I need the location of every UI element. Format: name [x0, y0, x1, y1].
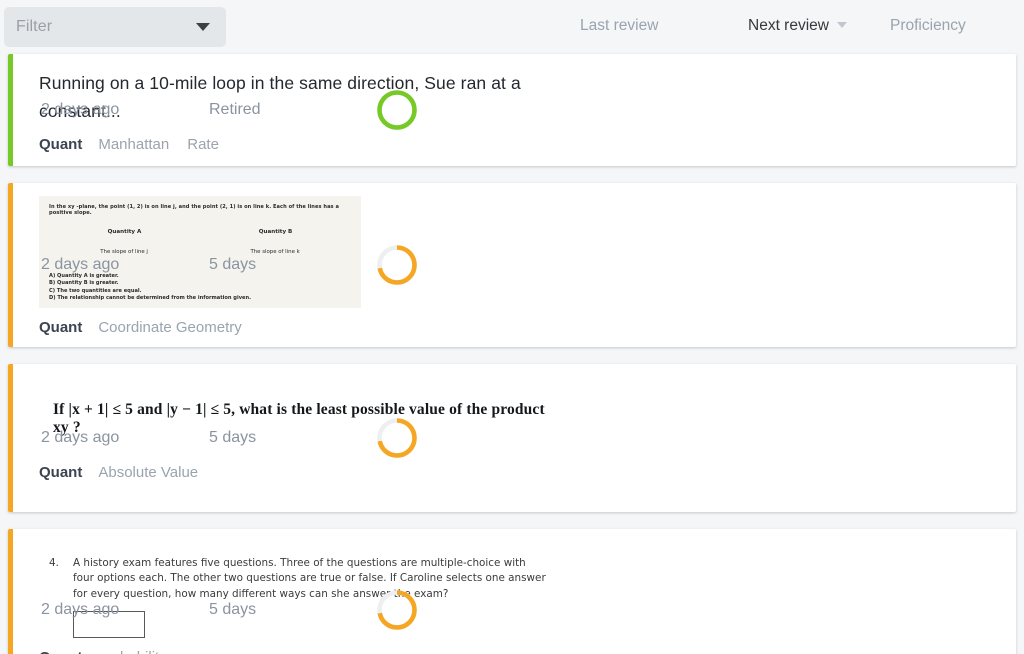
proficiency-ring-icon [377, 418, 417, 458]
question-block: 4. A history exam features five question… [39, 556, 547, 603]
card-tags: Quant Manhattan Rate [39, 135, 547, 155]
proficiency-ring-icon [377, 90, 417, 130]
tag-topic[interactable]: Rate [187, 136, 219, 153]
chevron-down-icon[interactable] [196, 23, 210, 31]
answer-choices: A) Quantity A is greater. B) Quantity B … [49, 273, 351, 303]
proficiency-ring[interactable] [375, 88, 419, 132]
question-number: 4. [49, 556, 59, 569]
question-card[interactable]: 4. A history exam features five question… [8, 529, 1016, 654]
tag-topic[interactable]: Coordinate Geometry [98, 319, 241, 336]
next-review-value: 5 days [209, 429, 257, 446]
last-review-value: 2 days ago [41, 101, 120, 118]
quantity-b-value: The slope of line k [250, 248, 300, 255]
question-card[interactable]: Running on a 10-mile loop in the same di… [8, 54, 1016, 166]
last-review-value: 2 days ago [41, 256, 120, 273]
card-content: 4. A history exam features five question… [13, 540, 561, 654]
filter-placeholder-label: Filter [16, 18, 53, 35]
next-review-value: 5 days [209, 601, 257, 618]
proficiency-ring-icon [377, 590, 417, 630]
question-image: In the xy -plane, the point (1, 2) is on… [39, 195, 361, 309]
tag-subject[interactable]: Quant [39, 649, 82, 654]
column-header-proficiency[interactable]: Proficiency [890, 17, 966, 35]
proficiency-ring[interactable] [375, 588, 419, 632]
tag-subject[interactable]: Quant [39, 464, 82, 481]
answer-choice: C) The two quantities are equal. [49, 287, 142, 294]
next-review-value: 5 days [209, 256, 257, 273]
card-tags: Quant probability [39, 648, 547, 654]
card-body: Running on a 10-mile loop in the same di… [13, 54, 1016, 166]
column-header-last-review[interactable]: Last review [580, 17, 658, 35]
quantity-headers: Quantity A Quantity B [49, 229, 351, 235]
quantity-b-header: Quantity B [258, 228, 293, 235]
proficiency-ring-icon [377, 245, 417, 285]
quantity-a-value: The slope of line j [100, 248, 148, 255]
card-body: 4. A history exam features five question… [13, 529, 1016, 654]
question-card-list: Running on a 10-mile loop in the same di… [0, 54, 1024, 654]
sort-chevron-down-icon[interactable] [836, 22, 847, 28]
last-review-value: 2 days ago [41, 601, 120, 618]
last-review-value: 2 days ago [41, 429, 120, 446]
tag-subject[interactable]: Quant [39, 136, 82, 153]
proficiency-ring[interactable] [375, 243, 419, 287]
card-body: In the xy -plane, the point (1, 2) is on… [13, 183, 1016, 347]
answer-choice: D) The relationship cannot be determined… [49, 294, 252, 301]
answer-choice: B) Quantity B is greater. [49, 280, 119, 287]
list-toolbar: Filter Last review Next review Proficien… [0, 0, 1024, 54]
question-image-stem: In the xy -plane, the point (1, 2) is on… [49, 203, 339, 216]
quantity-a-header: Quantity A [107, 228, 142, 235]
tag-subject[interactable]: Quant [39, 319, 82, 336]
question-text: A history exam features five questions. … [73, 556, 546, 600]
column-header-next-review-label: Next review [748, 17, 829, 34]
question-card[interactable]: In the xy -plane, the point (1, 2) is on… [8, 183, 1016, 347]
column-header-next-review[interactable]: Next review [748, 17, 847, 35]
proficiency-ring[interactable] [375, 416, 419, 460]
card-tags: Quant Coordinate Geometry [39, 318, 547, 338]
filter-dropdown[interactable]: Filter [4, 7, 226, 47]
card-tags: Quant Absolute Value [39, 463, 547, 483]
next-review-value: Retired [209, 101, 261, 118]
tag-source[interactable]: Manhattan [98, 136, 169, 153]
tag-topic[interactable]: Absolute Value [98, 464, 198, 481]
tag-topic[interactable]: probability [98, 649, 166, 654]
quantity-values: The slope of line j The slope of line k [49, 249, 351, 255]
question-card[interactable]: If |x + 1| ≤ 5 and |y − 1| ≤ 5, what is … [8, 364, 1016, 512]
card-body: If |x + 1| ≤ 5 and |y − 1| ≤ 5, what is … [13, 364, 1016, 512]
